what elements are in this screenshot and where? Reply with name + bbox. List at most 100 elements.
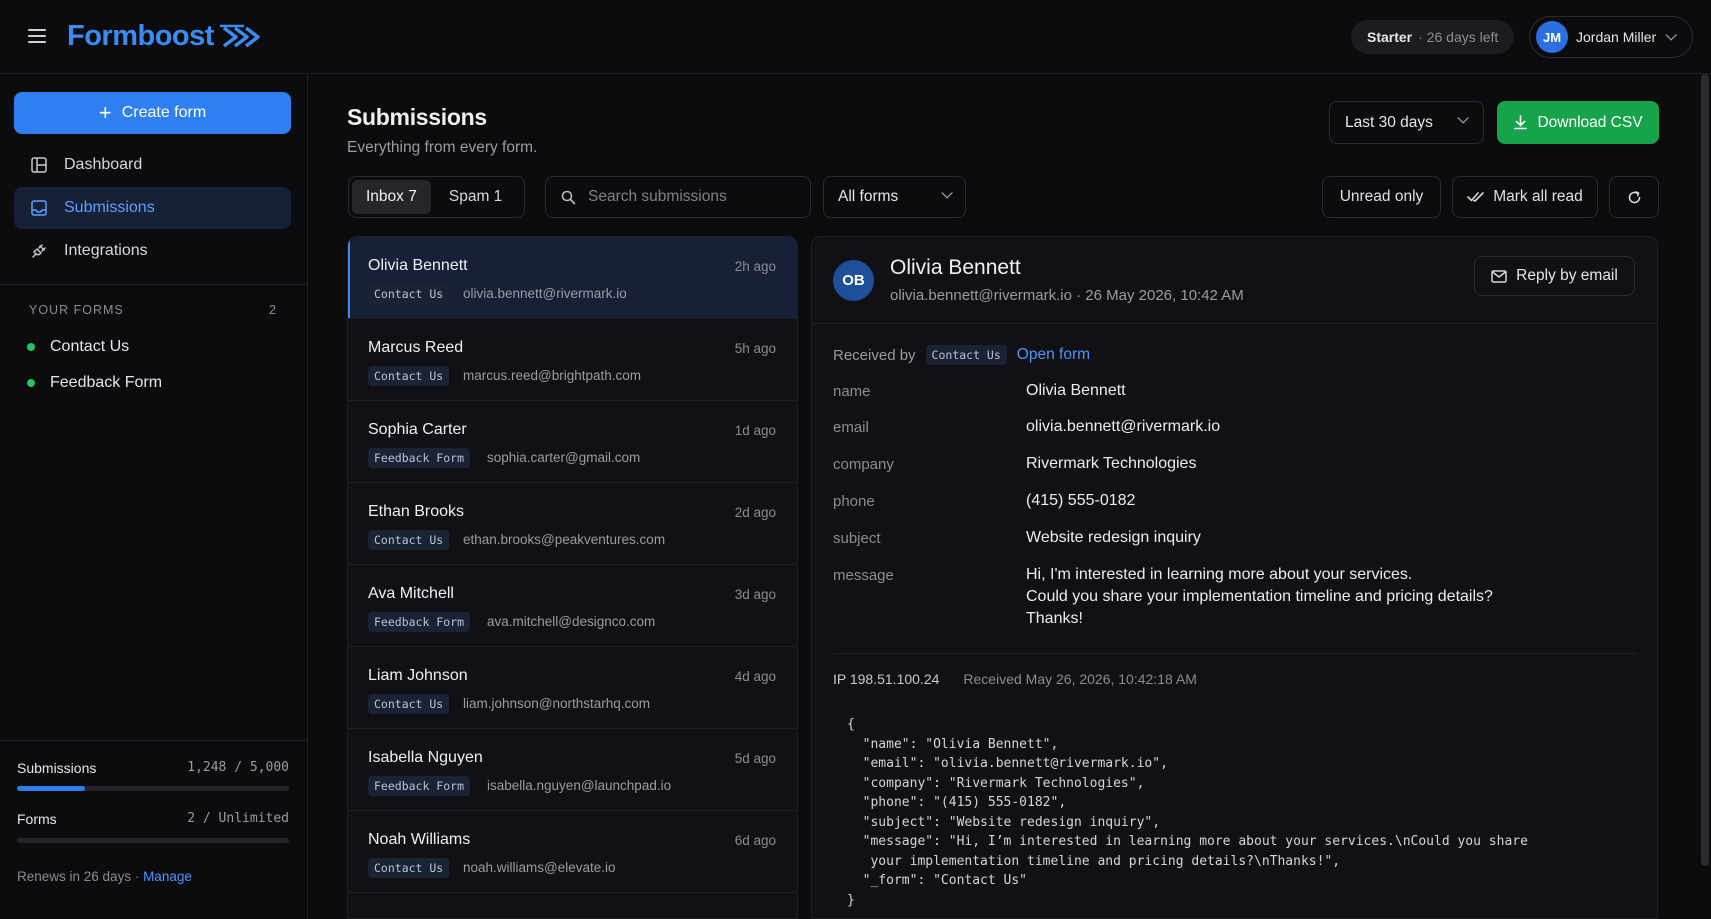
submitter-name: Isabella Nguyen	[368, 749, 483, 766]
mark-all-read-button[interactable]: Mark all read	[1452, 176, 1598, 218]
received-timestamp: Received May 26, 2026, 10:42:18 AM	[963, 671, 1197, 687]
usage-label: Submissions	[17, 760, 97, 776]
mark-all-read-label: Mark all read	[1493, 188, 1583, 205]
status-dot-icon	[27, 379, 35, 387]
mail-icon	[1491, 269, 1507, 283]
app-logo[interactable]: Formboost	[67, 20, 266, 53]
submitter-name: Liam Johnson	[368, 667, 468, 684]
submission-time: 3d ago	[734, 587, 776, 602]
list-item[interactable]: Ethan Brooks 2d ago Contact Us ethan.bro…	[348, 483, 797, 565]
usage-label: Forms	[17, 811, 57, 827]
dashboard-icon	[30, 156, 48, 174]
sidebar-form-contact-us[interactable]: Contact Us	[27, 338, 129, 356]
create-form-button[interactable]: + Create form	[14, 92, 291, 134]
list-item[interactable]: Liam Johnson 4d ago Contact Us liam.john…	[348, 647, 797, 729]
refresh-icon	[1628, 190, 1640, 203]
usage-value: 1,248 / 5,000	[187, 760, 289, 775]
submitter-email: noah.williams@elevate.io	[463, 860, 616, 875]
field-label: company	[833, 456, 894, 473]
submission-time: 6d ago	[734, 833, 776, 848]
submitter-name: Olivia Bennett	[368, 257, 468, 274]
submitter-name: Marcus Reed	[368, 339, 464, 356]
sidebar-item-label: Submissions	[64, 199, 155, 216]
page-scrollbar[interactable]	[1701, 74, 1709, 866]
detail-meta: olivia.bennett@rivermark.io · 26 May 202…	[890, 287, 1244, 304]
submission-time: 5d ago	[734, 751, 776, 766]
form-tag: Feedback Form	[368, 448, 471, 468]
divider	[0, 740, 307, 741]
usage-bar-fill	[17, 786, 85, 791]
submitter-name: Sophia Carter	[368, 421, 467, 438]
download-csv-button[interactable]: Download CSV	[1497, 101, 1659, 144]
forms-usage-bar	[17, 838, 289, 843]
sidebar-item-integrations[interactable]: Integrations	[14, 230, 291, 272]
divider	[833, 653, 1637, 654]
download-icon	[1514, 115, 1528, 130]
sidebar-form-feedback-form[interactable]: Feedback Form	[27, 374, 162, 392]
sidebar-item-submissions[interactable]: Submissions	[14, 187, 291, 229]
submission-time: 1d ago	[734, 423, 776, 438]
double-check-icon	[1467, 192, 1485, 202]
user-menu-button[interactable]: JM Jordan Miller	[1529, 16, 1693, 58]
submitter-email: isabella.nguyen@launchpad.io	[487, 778, 672, 793]
search-box	[545, 176, 811, 218]
field-value: Website redesign inquiry	[1026, 529, 1201, 546]
refresh-button[interactable]	[1609, 176, 1659, 218]
submission-list: Olivia Bennett 2h ago Contact Us olivia.…	[347, 236, 798, 919]
plan-name: Starter	[1367, 29, 1413, 45]
usage-forms: Forms 2 / Unlimited	[17, 811, 289, 827]
menu-icon[interactable]	[28, 29, 46, 43]
field-value-message: Hi, I'm interested in learning more abou…	[1026, 566, 1493, 627]
received-by-label: Received by	[833, 346, 916, 364]
submitter-email: liam.johnson@northstarhq.com	[463, 696, 651, 711]
list-item[interactable]: Sophia Carter 1d ago Feedback Form sophi…	[348, 401, 797, 483]
top-bar: Formboost Starter · 26 days left JM Jord…	[0, 0, 1711, 74]
submitter-email: ethan.brooks@peakventures.com	[463, 532, 666, 547]
sidebar-item-label: Dashboard	[64, 156, 143, 173]
page-subtitle: Everything from every form.	[347, 139, 538, 156]
form-tag: Contact Us	[368, 694, 450, 714]
plus-icon: +	[98, 100, 112, 125]
usage-value: 2 / Unlimited	[187, 811, 289, 826]
inbox-spam-tabs: Inbox 7 Spam 1	[348, 176, 525, 218]
list-item[interactable]: Ava Mitchell 3d ago Feedback Form ava.mi…	[348, 565, 797, 647]
sidebar-item-dashboard[interactable]: Dashboard	[14, 144, 291, 186]
field-value: Olivia Bennett	[1026, 382, 1126, 399]
tab-inbox[interactable]: Inbox 7	[352, 180, 431, 214]
divider	[0, 284, 307, 285]
forms-filter-select[interactable]: All forms	[823, 176, 966, 218]
list-item[interactable]: Marcus Reed 5h ago Contact Us marcus.ree…	[348, 319, 797, 401]
detail-header: OB Olivia Bennett olivia.bennett@riverma…	[812, 237, 1657, 324]
search-input[interactable]	[588, 188, 788, 206]
plan-badge[interactable]: Starter · 26 days left	[1351, 20, 1515, 54]
form-tag: Feedback Form	[368, 612, 471, 632]
list-item[interactable]: Isabella Nguyen 5d ago Feedback Form isa…	[348, 729, 797, 811]
renews-note: Renews in 26 days · Manage	[17, 869, 192, 884]
user-name: Jordan Miller	[1576, 29, 1657, 45]
unread-only-button[interactable]: Unread only	[1322, 176, 1441, 218]
submission-time: 2h ago	[734, 259, 776, 274]
form-label: Feedback Form	[50, 374, 163, 391]
tab-spam[interactable]: Spam 1	[435, 180, 516, 214]
your-forms-heading: YOUR FORMS	[29, 303, 124, 317]
field-label: phone	[833, 493, 875, 510]
submitter-name: Noah Williams	[368, 831, 471, 848]
submission-time: 2d ago	[734, 505, 776, 520]
manage-link[interactable]: Manage	[143, 869, 192, 884]
list-item[interactable]: Olivia Bennett 2h ago Contact Us olivia.…	[348, 237, 797, 319]
form-tag: Contact Us	[368, 530, 450, 550]
field-label: email	[833, 419, 869, 436]
list-item[interactable]: Noah Williams 6d ago Contact Us noah.wil…	[348, 811, 797, 893]
date-range-value: Last 30 days	[1345, 113, 1433, 131]
page-title: Submissions	[347, 104, 487, 130]
date-range-select[interactable]: Last 30 days	[1329, 101, 1484, 144]
field-value: Rivermark Technologies	[1026, 455, 1197, 472]
reply-by-email-button[interactable]: Reply by email	[1474, 256, 1635, 296]
field-label: message	[833, 567, 894, 584]
open-form-link[interactable]: Open form	[1017, 346, 1090, 364]
submitter-email: marcus.reed@brightpath.com	[463, 368, 642, 383]
chevron-down-icon	[941, 187, 953, 199]
submitter-name: Ethan Brooks	[368, 503, 465, 520]
field-value: olivia.bennett@rivermark.io	[1026, 418, 1221, 435]
ip-address: IP 198.51.100.24	[833, 671, 940, 687]
